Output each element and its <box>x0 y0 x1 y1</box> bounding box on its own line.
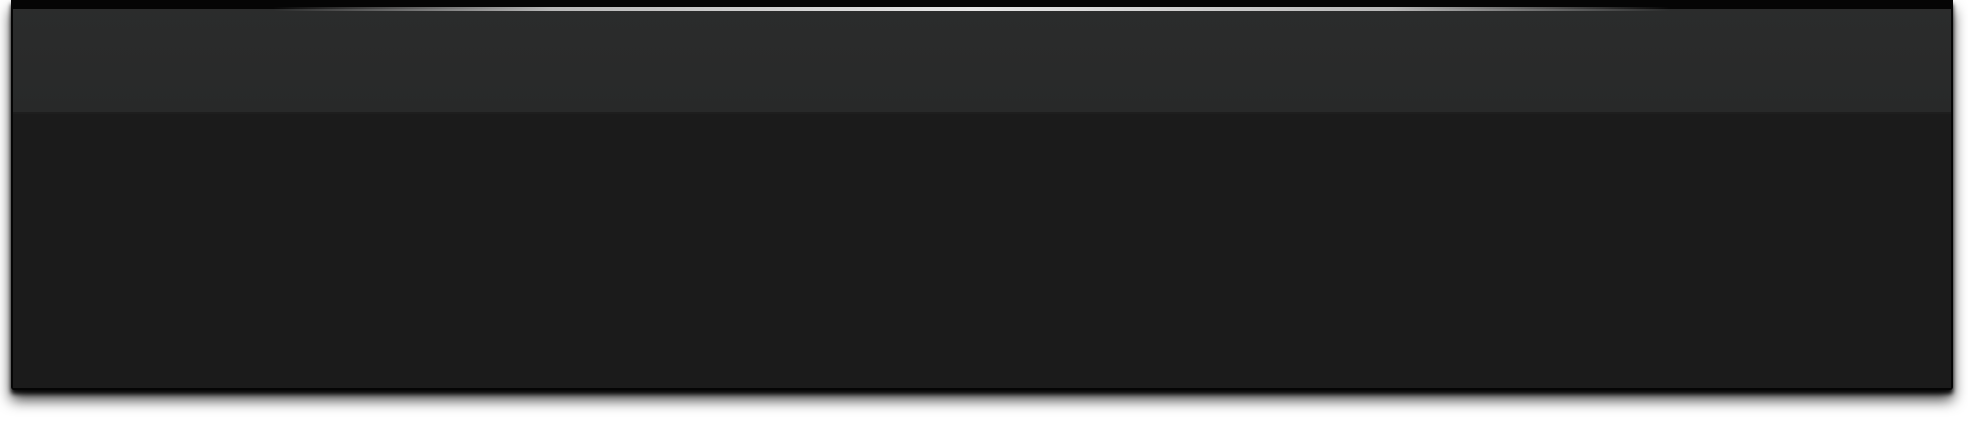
app-window <box>11 0 1953 390</box>
window-content-area <box>13 114 1951 388</box>
window-header <box>13 2 1951 114</box>
header-highlight <box>273 7 1671 11</box>
